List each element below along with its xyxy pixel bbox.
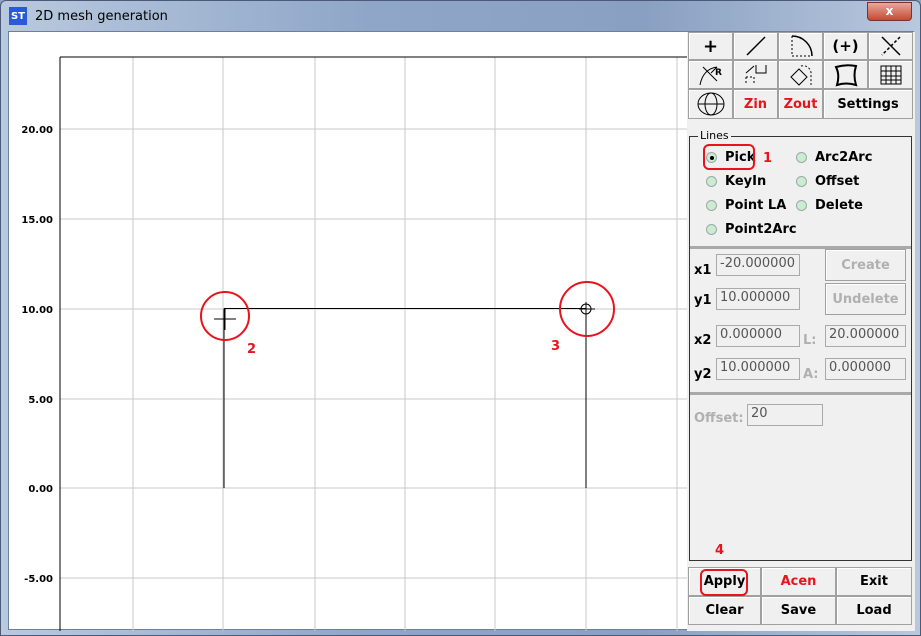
offset-label: Offset: bbox=[694, 411, 744, 426]
app-logo-icon: ST bbox=[9, 7, 27, 25]
divider bbox=[690, 392, 911, 395]
move-tool-button[interactable] bbox=[733, 60, 778, 89]
settings-button[interactable]: Settings bbox=[823, 89, 913, 119]
angle-label: A: bbox=[803, 367, 819, 382]
line-icon bbox=[745, 36, 766, 56]
y1-label: y1 bbox=[694, 293, 712, 308]
zoom-all-button[interactable] bbox=[688, 89, 733, 119]
app-window: ST 2D mesh generation x 20.00 15.00 10.0… bbox=[0, 0, 921, 636]
y-tick-label: 5.00 bbox=[28, 395, 53, 406]
radio-arc2arc[interactable]: Arc2Arc bbox=[796, 150, 872, 165]
intersect-icon bbox=[880, 36, 901, 56]
exit-button[interactable]: Exit bbox=[836, 567, 912, 596]
arc-icon bbox=[791, 35, 813, 57]
zoom-in-button[interactable]: Zin bbox=[733, 89, 778, 119]
drawing-canvas[interactable]: 20.00 15.00 10.00 5.00 0.00 -5.00 2 3 bbox=[9, 32, 687, 631]
group-title: Lines bbox=[698, 129, 731, 142]
close-button[interactable]: x bbox=[867, 2, 912, 21]
fillet-tool-button[interactable]: R bbox=[688, 60, 733, 89]
clear-button[interactable]: Clear bbox=[688, 596, 761, 625]
offset-field[interactable]: 20 bbox=[747, 404, 823, 426]
x2-field[interactable]: 0.000000 bbox=[716, 325, 800, 347]
load-button[interactable]: Load bbox=[836, 596, 912, 625]
add-point-button[interactable]: + bbox=[688, 32, 733, 60]
y-tick-label: 20.00 bbox=[21, 125, 53, 136]
annotation-box bbox=[700, 569, 748, 596]
radio-keyin[interactable]: KeyIn bbox=[706, 174, 766, 189]
arc-tool-button[interactable] bbox=[778, 32, 823, 60]
y-tick-label: 15.00 bbox=[21, 215, 53, 226]
line-tool-button[interactable] bbox=[733, 32, 778, 60]
move-icon bbox=[745, 64, 766, 85]
circle-tool-button[interactable]: (+) bbox=[823, 32, 868, 60]
region-tool-button[interactable] bbox=[823, 60, 868, 89]
intersect-tool-button[interactable] bbox=[868, 32, 913, 60]
radio-delete[interactable]: Delete bbox=[796, 198, 863, 213]
region-icon bbox=[834, 63, 857, 87]
create-button[interactable]: Create bbox=[825, 249, 906, 281]
fillet-icon: R bbox=[699, 66, 722, 85]
radio-point-la[interactable]: Point LA bbox=[706, 198, 786, 213]
globe-icon bbox=[697, 92, 724, 116]
window-title: 2D mesh generation bbox=[35, 8, 168, 24]
annotation-label: 4 bbox=[715, 543, 725, 558]
annotation-label: 1 bbox=[763, 151, 773, 166]
x1-label: x1 bbox=[694, 263, 712, 278]
x1-field[interactable]: -20.000000 bbox=[716, 254, 800, 276]
title-bar: ST 2D mesh generation bbox=[9, 5, 168, 27]
zoom-out-button[interactable]: Zout bbox=[778, 89, 823, 119]
y-tick-label: 10.00 bbox=[21, 305, 53, 316]
y2-label: y2 bbox=[694, 367, 712, 382]
save-button[interactable]: Save bbox=[761, 596, 836, 625]
crosshair-cursor-icon bbox=[214, 308, 236, 330]
rotate-icon bbox=[789, 64, 812, 86]
y-tick-label: -5.00 bbox=[24, 574, 53, 585]
client-area: 20.00 15.00 10.00 5.00 0.00 -5.00 2 3 + … bbox=[8, 31, 915, 631]
y2-field[interactable]: 10.000000 bbox=[716, 358, 800, 380]
circle-icon: (+) bbox=[832, 37, 859, 55]
snap-point-icon bbox=[579, 302, 595, 316]
y1-field[interactable]: 10.000000 bbox=[716, 288, 800, 310]
annotation-label: 2 bbox=[247, 342, 256, 357]
radio-offset[interactable]: Offset bbox=[796, 174, 859, 189]
radio-point2arc[interactable]: Point2Arc bbox=[706, 222, 797, 237]
mesh-tool-button[interactable] bbox=[868, 60, 913, 89]
mesh-icon bbox=[880, 65, 901, 84]
x2-label: x2 bbox=[694, 333, 712, 348]
control-panel: + (+) R Zin Zout Settings Lines Pick 1 A… bbox=[687, 32, 915, 631]
annotation-box bbox=[703, 144, 755, 170]
y-tick-label: 0.00 bbox=[28, 484, 53, 495]
annotation-label: 3 bbox=[551, 339, 560, 354]
lines-group: Lines Pick 1 Arc2Arc KeyIn Offset Point … bbox=[689, 129, 912, 561]
svg-text:R: R bbox=[715, 68, 722, 78]
acen-button[interactable]: Acen bbox=[761, 567, 836, 596]
angle-field[interactable]: 0.000000 bbox=[825, 358, 906, 380]
undelete-button[interactable]: Undelete bbox=[825, 283, 906, 315]
length-label: L: bbox=[803, 333, 817, 348]
rotate-tool-button[interactable] bbox=[778, 60, 823, 89]
length-field[interactable]: 20.000000 bbox=[825, 325, 906, 347]
